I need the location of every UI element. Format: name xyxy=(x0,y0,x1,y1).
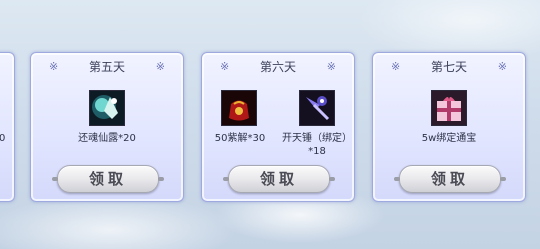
item-label: 5w绑定通宝 xyxy=(421,133,477,144)
potion-icon[interactable] xyxy=(89,90,125,126)
reward-card-day-7: ※ 第七天 ※ 5w绑定通宝 领取 xyxy=(372,52,526,202)
decor-star-icon: ※ xyxy=(326,60,336,73)
reward-card-partial: 0 xyxy=(0,52,15,202)
claim-button-day-6[interactable]: 领取 xyxy=(223,165,335,193)
decor-star-icon: ※ xyxy=(155,60,165,73)
item-label: 50紫解*30 xyxy=(214,133,266,144)
decor-star-icon: ※ xyxy=(497,60,507,73)
reward-card-day-6: ※ 第六天 ※ 50紫解*30 开天锤（绑定）*18 领取 xyxy=(201,52,355,202)
item-label: 开天锤（绑定）*18 xyxy=(282,133,352,157)
item-label: 还魂仙露*20 xyxy=(78,133,136,144)
pouch-icon[interactable] xyxy=(221,90,257,126)
partial-item-label: 0 xyxy=(0,133,6,144)
hammer-icon[interactable] xyxy=(299,90,335,126)
reward-card-day-5: ※ 第五天 ※ 还魂仙露*20 领取 xyxy=(30,52,184,202)
claim-button-day-5[interactable]: 领取 xyxy=(52,165,164,193)
claim-button-day-7[interactable]: 领取 xyxy=(394,165,506,193)
gift-box-icon[interactable] xyxy=(431,90,467,126)
